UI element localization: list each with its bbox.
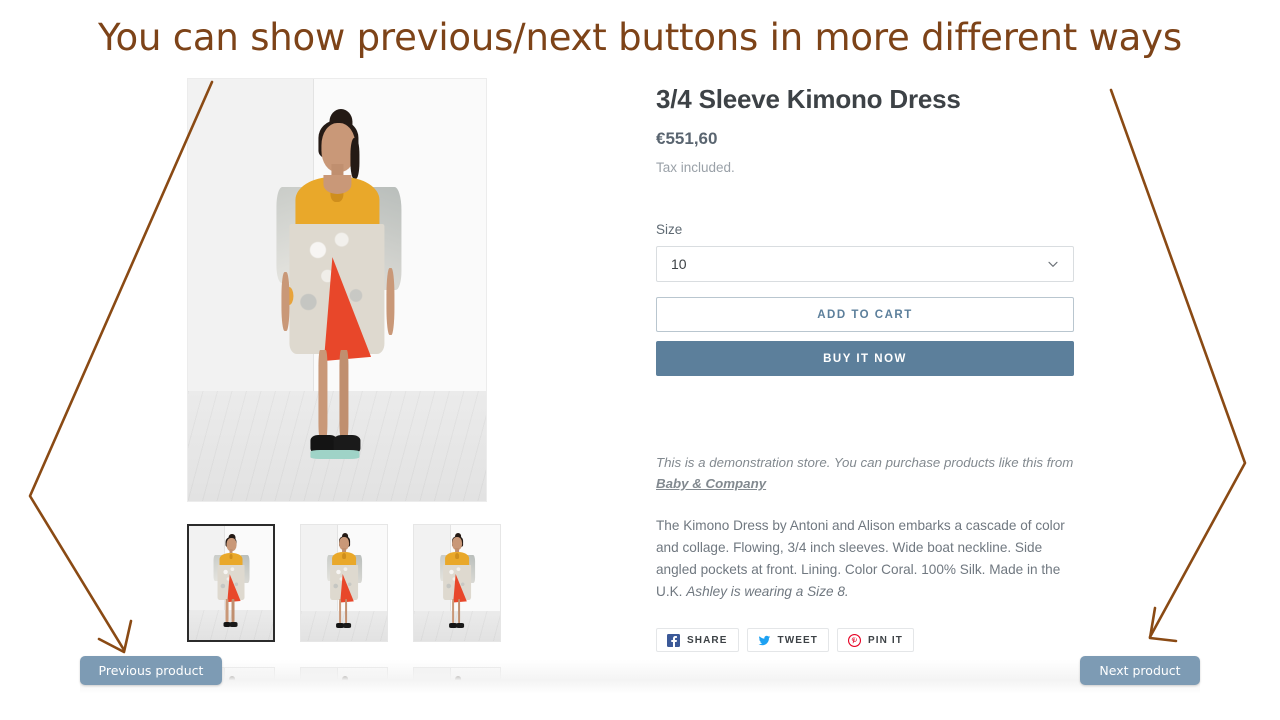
demo-store-note: This is a demonstration store. You can p… (656, 452, 1076, 494)
product-info-column: 3/4 Sleeve Kimono Dress €551,60 Tax incl… (640, 78, 1200, 692)
baby-and-company-link[interactable]: Baby & Company (656, 476, 766, 491)
share-twitter-button[interactable]: TWEET (746, 628, 830, 653)
share-twitter-label: TWEET (777, 634, 819, 646)
size-label: Size (656, 222, 683, 237)
product-media-column (80, 78, 640, 692)
product-photo-front (188, 79, 486, 501)
product-price: €551,60 (656, 129, 718, 148)
social-share-row: SHARE TWEET PIN IT (656, 628, 1200, 653)
product-grid: 3/4 Sleeve Kimono Dress €551,60 Tax incl… (80, 78, 1200, 692)
product-description: The Kimono Dress by Antoni and Alison em… (656, 515, 1076, 603)
page-title: 3/4 Sleeve Kimono Dress (656, 84, 961, 114)
add-to-cart-button[interactable]: ADD TO CART (656, 297, 1074, 332)
size-selected-value: 10 (671, 256, 687, 272)
previous-product-button[interactable]: Previous product (80, 656, 222, 685)
tax-note: Tax included. (656, 160, 735, 175)
facebook-icon (667, 633, 680, 647)
buy-it-now-button[interactable]: BUY IT NOW (656, 341, 1074, 376)
thumbnail-strip[interactable] (187, 524, 607, 692)
size-select[interactable]: 10 (656, 246, 1074, 282)
share-pinterest-label: PIN IT (868, 634, 903, 646)
thumbnail-4[interactable] (300, 667, 388, 692)
share-facebook-button[interactable]: SHARE (656, 628, 739, 653)
demo-note-text: This is a demonstration store. You can p… (656, 455, 1074, 470)
description-model-note: Ashley is wearing a Size 8. (686, 584, 849, 600)
thumbnail-0[interactable] (187, 524, 275, 642)
share-facebook-label: SHARE (687, 634, 728, 646)
thumbnail-1[interactable] (300, 524, 388, 642)
main-product-image[interactable] (187, 78, 487, 502)
pinterest-icon (848, 633, 862, 647)
twitter-icon (758, 635, 770, 645)
next-product-button[interactable]: Next product (1080, 656, 1200, 685)
thumbnail-2[interactable] (413, 524, 501, 642)
product-page: 3/4 Sleeve Kimono Dress €551,60 Tax incl… (80, 78, 1200, 692)
annotation-heading: You can show previous/next buttons in mo… (98, 16, 1182, 59)
share-pinterest-button[interactable]: PIN IT (837, 628, 914, 653)
thumbnail-5[interactable] (413, 667, 501, 692)
chevron-down-icon (1048, 261, 1058, 267)
screenshot-root: You can show previous/next buttons in mo… (0, 0, 1280, 720)
